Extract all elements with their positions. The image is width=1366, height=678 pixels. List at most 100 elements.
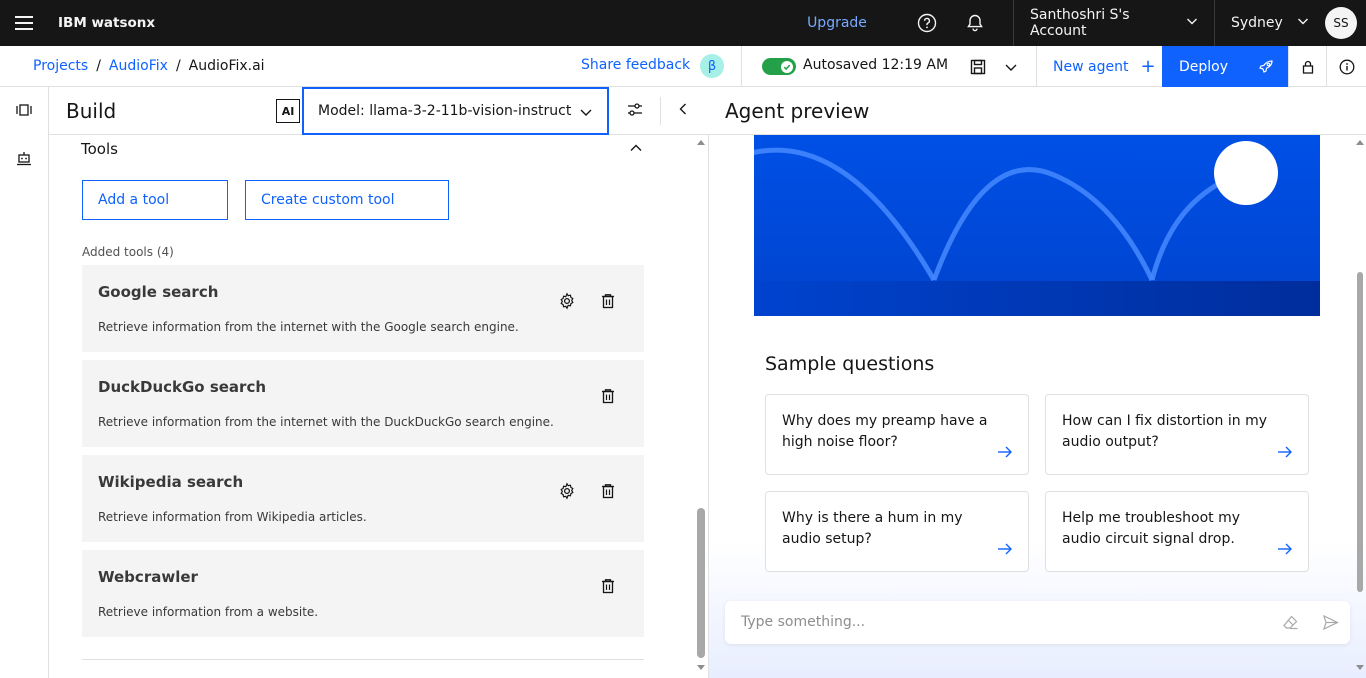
chevron-up-icon[interactable] [629, 141, 643, 155]
save-options-chevron-icon[interactable] [1004, 60, 1018, 74]
checkmark-icon [781, 60, 793, 73]
eraser-icon[interactable] [1282, 614, 1299, 631]
account-switcher[interactable]: Santhoshri S's Account [1013, 0, 1214, 46]
rocket-icon [1259, 59, 1273, 73]
sample-question-card[interactable]: How can I fix distortion in my audio out… [1045, 394, 1309, 475]
chevron-down-icon [1186, 15, 1198, 31]
model-select-value: Model: llama-3-2-11b-vision-instruct [318, 103, 572, 119]
breadcrumb-separator: / [96, 58, 101, 74]
sample-question-text: Help me troubleshoot my audio circuit si… [1062, 510, 1240, 547]
added-tools-count: Added tools (4) [82, 245, 174, 259]
breadcrumb-current: AudioFix.ai [188, 58, 265, 74]
breadcrumb-separator: / [175, 58, 181, 74]
arrow-right-icon [998, 446, 1012, 458]
tool-name: Google search [98, 283, 219, 301]
new-agent-label: New agent [1053, 58, 1129, 75]
tool-card-wikipedia-search: Wikipedia search Retrieve information fr… [82, 455, 644, 542]
left-rail [0, 87, 49, 678]
trash-icon[interactable] [599, 577, 617, 595]
preview-scroll-up-arrow[interactable] [1356, 140, 1364, 145]
ai-badge: AI [276, 99, 300, 123]
tool-description: Retrieve information from the internet w… [98, 415, 554, 429]
avatar-button[interactable]: SS [1316, 0, 1366, 46]
preview-scrollbar-thumb[interactable] [1357, 272, 1363, 592]
settings-sliders-icon[interactable] [626, 101, 644, 119]
chat-input-placeholder: Type something... [741, 614, 866, 630]
gear-icon[interactable] [558, 482, 576, 500]
create-custom-tool-button[interactable]: Create custom tool [245, 180, 449, 220]
plus-icon: + [1140, 55, 1156, 77]
sample-question-text: Why does my preamp have a high noise flo… [782, 413, 988, 450]
model-select-dropdown[interactable]: Model: llama-3-2-11b-vision-instruct [302, 87, 609, 135]
deploy-label: Deploy [1179, 58, 1229, 75]
agent-preview-title: Agent preview [725, 99, 870, 123]
breadcrumb-projects[interactable]: Projects [33, 58, 88, 74]
tool-description: Retrieve information from Wikipedia arti… [98, 510, 367, 524]
tool-description: Retrieve information from a website. [98, 605, 319, 619]
tool-name: Wikipedia search [98, 473, 244, 491]
arrow-right-icon [1278, 446, 1292, 458]
autosave-status: Autosaved 12:19 AM [803, 57, 949, 73]
trash-icon[interactable] [599, 482, 617, 500]
deploy-button[interactable]: Deploy [1162, 46, 1288, 87]
autosave-toggle[interactable] [762, 58, 796, 75]
section-divider [82, 659, 644, 660]
tools-section-title[interactable]: Tools [81, 140, 118, 158]
send-icon[interactable] [1322, 614, 1339, 631]
build-title: Build [66, 99, 117, 123]
tool-name: DuckDuckGo search [98, 378, 267, 396]
chat-input-field[interactable]: Type something... [725, 601, 1350, 644]
build-scroll-up-arrow[interactable] [697, 140, 705, 145]
preview-scroll-down-arrow[interactable] [1356, 665, 1364, 670]
project-toolbar: Projects / AudioFix / AudioFix.ai Share … [0, 46, 1366, 87]
save-icon[interactable] [969, 58, 987, 76]
breadcrumb-audiofix[interactable]: AudioFix [109, 58, 168, 74]
tool-name: Webcrawler [98, 568, 198, 586]
breadcrumb: Projects / AudioFix / AudioFix.ai [33, 58, 265, 74]
carousel-view-icon[interactable] [15, 101, 33, 119]
info-icon[interactable] [1326, 46, 1366, 87]
region-switcher[interactable]: Sydney [1214, 0, 1316, 46]
header-divider [660, 97, 661, 125]
share-feedback-link[interactable]: Share feedback [581, 57, 690, 73]
tool-card-duckduckgo-search: DuckDuckGo search Retrieve information f… [82, 360, 644, 447]
arrow-right-icon [1278, 543, 1292, 555]
avatar: SS [1325, 7, 1357, 39]
sample-question-card[interactable]: Help me troubleshoot my audio circuit si… [1045, 491, 1309, 572]
upgrade-link[interactable]: Upgrade [789, 15, 885, 31]
trash-icon[interactable] [599, 387, 617, 405]
brand-name[interactable]: IBM watsonx [58, 15, 155, 31]
sample-questions-title: Sample questions [765, 353, 935, 375]
tool-description: Retrieve information from the internet w… [98, 320, 519, 334]
lock-icon[interactable] [1288, 46, 1326, 87]
sample-question-card[interactable]: Why is there a hum in my audio setup? [765, 491, 1029, 572]
arrow-right-icon [998, 543, 1012, 555]
help-icon[interactable] [903, 0, 951, 46]
beta-badge: β [700, 54, 724, 78]
chevron-down-icon [1297, 15, 1309, 31]
notification-bell-icon[interactable] [951, 0, 999, 46]
agent-hero-illustration [754, 135, 1320, 316]
top-navigation-bar: IBM watsonx Upgrade Santhoshri S's Accou… [0, 0, 1366, 46]
chevron-left-icon[interactable] [676, 102, 690, 116]
agent-preview-body: Sample questions Why does my preamp have… [709, 135, 1366, 678]
build-panel-body: Tools Add a tool Create custom tool Adde… [49, 135, 709, 678]
build-panel-header: Build AI Model: llama-3-2-11b-vision-ins… [49, 87, 709, 135]
build-scrollbar-thumb[interactable] [697, 508, 705, 658]
create-custom-tool-label: Create custom tool [261, 192, 395, 208]
agent-bot-icon[interactable] [15, 149, 33, 167]
new-agent-button[interactable]: New agent + [1036, 46, 1162, 87]
trash-icon[interactable] [599, 292, 617, 310]
chevron-down-icon [580, 109, 592, 116]
tool-card-google-search: Google search Retrieve information from … [82, 265, 644, 352]
gear-icon[interactable] [558, 292, 576, 310]
toolbar-divider [741, 46, 742, 87]
hamburger-menu-icon[interactable] [0, 0, 48, 46]
agent-preview-header: Agent preview [709, 87, 1366, 135]
add-tool-button[interactable]: Add a tool [82, 180, 228, 220]
build-scroll-down-arrow[interactable] [697, 665, 705, 670]
region-label: Sydney [1231, 15, 1283, 31]
sample-question-text: Why is there a hum in my audio setup? [782, 510, 963, 547]
sample-question-card[interactable]: Why does my preamp have a high noise flo… [765, 394, 1029, 475]
account-label: Santhoshri S's Account [1030, 7, 1130, 39]
